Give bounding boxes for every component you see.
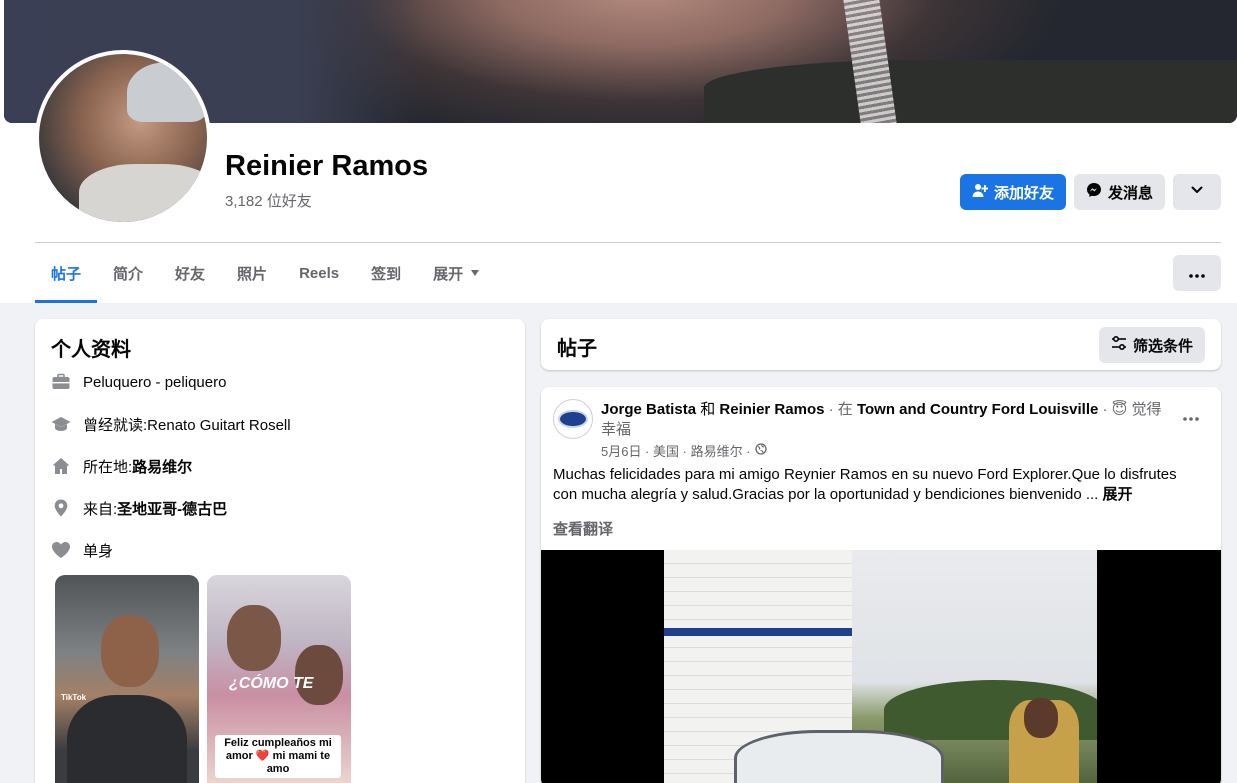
education-value[interactable]: Renato Guitart Rosell: [147, 417, 290, 434]
post-tagged-name[interactable]: Reinier Ramos: [719, 401, 824, 418]
post-photo[interactable]: [541, 550, 1221, 783]
profile-menu-button[interactable]: [1173, 255, 1221, 291]
featured-story[interactable]: TikTok: [55, 575, 199, 783]
lives-value[interactable]: 路易维尔: [132, 459, 192, 476]
post-author-avatar[interactable]: [553, 399, 593, 439]
tab-posts[interactable]: 帖子: [35, 243, 98, 303]
intro-from: 来自:圣地亚哥-德古巴: [51, 497, 227, 519]
add-friend-button[interactable]: 添加好友: [960, 174, 1066, 210]
more-dots-icon: [1183, 408, 1199, 426]
add-friend-label: 添加好友: [993, 184, 1054, 202]
posts-header-card: 帖子 筛选条件: [541, 319, 1221, 370]
post-menu-button[interactable]: [1177, 403, 1205, 431]
briefcase-icon: [51, 372, 71, 392]
work-text: Peluquero - peliquero: [83, 373, 227, 391]
more-dots-icon: [1189, 265, 1205, 282]
graduation-cap-icon: [51, 414, 71, 434]
home-icon: [51, 456, 71, 476]
post-meta: 5月6日 · 美国 · 路易维尔 ·: [601, 441, 767, 460]
post-place[interactable]: Town and Country Ford Louisville: [857, 401, 1098, 418]
caret-down-icon: [471, 270, 480, 276]
relationship-text: 单身: [83, 542, 114, 560]
see-translation-link[interactable]: 查看翻译: [553, 518, 613, 539]
intro-relationship: 单身: [51, 539, 113, 561]
more-options-button[interactable]: [1173, 174, 1221, 210]
post-author-line: Jorge Batista 和 Reinier Ramos · 在 Town a…: [601, 401, 1162, 438]
profile-name: Reinier Ramos: [225, 150, 429, 182]
tab-checkins[interactable]: 签到: [355, 243, 417, 303]
post-date[interactable]: 5月6日 · 美国 · 路易维尔 ·: [601, 441, 751, 460]
intro-education: 曾经就读:Renato Guitart Rosell: [51, 413, 291, 435]
profile-avatar[interactable]: [35, 50, 211, 226]
filter-button[interactable]: 筛选条件: [1099, 327, 1205, 363]
tab-about[interactable]: 简介: [97, 243, 159, 303]
post-body: Muchas felicidades para mi amigo Reynier…: [553, 465, 1193, 505]
friends-count[interactable]: 3,182 位好友: [225, 190, 312, 211]
profile-tabs: 帖子 简介 好友 照片 Reels 签到 展开: [35, 243, 495, 303]
intro-work: Peluquero - peliquero: [51, 371, 226, 393]
chevron-down-icon: [1190, 183, 1204, 201]
featured-story[interactable]: ¿CÓMO TE Feliz cumpleaños mi amor ❤️ mi …: [207, 575, 351, 783]
intro-title: 个人资料: [51, 339, 131, 361]
message-label: 发消息: [1107, 184, 1153, 202]
education-prefix: 曾经就读:: [83, 416, 148, 434]
post-text: Muchas felicidades para mi amigo Reynier…: [553, 466, 1177, 503]
lives-prefix: 所在地:: [83, 458, 133, 476]
post-card: Jorge Batista 和 Reinier Ramos · 在 Town a…: [541, 387, 1221, 783]
messenger-icon: [1086, 182, 1102, 202]
see-more-link[interactable]: 展开: [1103, 486, 1133, 503]
featured-caption: Feliz cumpleaños mi amor ❤️ mi mami te a…: [215, 735, 341, 778]
featured-overlay-text: TikTok: [61, 693, 87, 702]
intro-lives: 所在地:路易维尔: [51, 455, 192, 477]
tab-reels[interactable]: Reels: [283, 243, 355, 303]
profile-header: Reinier Ramos 3,182 位好友 添加好友 发消息 帖子 简介 好…: [0, 0, 1237, 303]
tab-more[interactable]: 展开: [417, 243, 495, 303]
add-friend-icon: [972, 182, 989, 202]
message-button[interactable]: 发消息: [1074, 174, 1165, 210]
filter-icon: [1111, 335, 1127, 355]
filter-label: 筛选条件: [1132, 337, 1193, 355]
from-value[interactable]: 圣地亚哥-德古巴: [117, 501, 227, 518]
heart-icon: [51, 540, 71, 560]
tab-photos[interactable]: 照片: [221, 243, 283, 303]
intro-card: 个人资料 Peluquero - peliquero 曾经就读:Renato G…: [35, 319, 525, 783]
featured-overlay-text: ¿CÓMO TE: [229, 675, 314, 692]
location-pin-icon: [51, 498, 71, 518]
from-prefix: 来自:: [83, 500, 118, 518]
posts-title: 帖子: [557, 338, 597, 360]
post-author-name[interactable]: Jorge Batista: [601, 401, 696, 418]
tab-friends[interactable]: 好友: [159, 243, 221, 303]
globe-icon: [754, 443, 767, 458]
